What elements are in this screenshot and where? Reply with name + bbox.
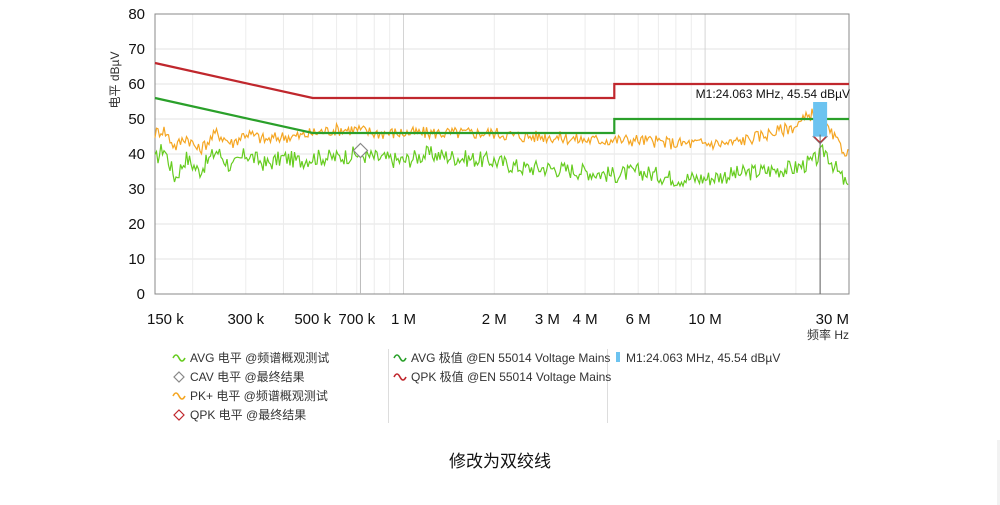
y-axis-title: 电平 dBµV: [108, 52, 122, 109]
x-tick-label: 700 k: [338, 311, 375, 328]
emi-chart: M1:24.063 MHz, 45.54 dBµV 0 10 20 30 40 50 60 7…: [0, 0, 1000, 440]
x-tick-label: 500 k: [294, 311, 331, 328]
caption: 修改为双绞线: [449, 452, 551, 472]
legend-separator-1: [388, 349, 389, 423]
x-tick-label: 2 M: [482, 311, 507, 328]
y-tick-label: 60: [128, 76, 145, 93]
y-tick-label: 80: [128, 6, 145, 23]
legend-entry: QPK 电平 @最终结果: [190, 407, 306, 422]
legend-symbol: [616, 352, 620, 362]
x-tick-label: 300 k: [227, 311, 264, 328]
y-tick-label: 50: [128, 111, 145, 128]
y-tick-label: 20: [128, 216, 145, 233]
y-tick-label: 70: [128, 41, 145, 58]
x-tick-label: 3 M: [535, 311, 560, 328]
legend-entry: QPK 极值 @EN 55014 Voltage Mains: [411, 369, 611, 384]
x-tick-label: 30 M: [816, 311, 849, 328]
legend-entry: AVG 电平 @频谱概观测试: [190, 350, 329, 365]
x-tick-label: 4 M: [573, 311, 598, 328]
x-tick-label: 1 M: [391, 311, 416, 328]
y-tick-label: 40: [128, 146, 145, 163]
x-tick-label: 6 M: [626, 311, 651, 328]
y-tick-labels: 0 10 20 30 40 50 60 70 80: [128, 6, 145, 303]
x-axis-title: 频率 Hz: [807, 327, 849, 342]
x-tick-label: 10 M: [688, 311, 721, 328]
y-tick-label: 0: [137, 286, 145, 303]
legend-entry: CAV 电平 @最终结果: [190, 369, 305, 384]
x-tick-label: 150 k: [147, 311, 184, 328]
y-tick-label: 30: [128, 181, 145, 198]
legend-entry: PK+ 电平 @频谱概观测试: [190, 388, 328, 403]
legend-entry: AVG 极值 @EN 55014 Voltage Mains: [411, 350, 610, 365]
marker-label: M1:24.063 MHz, 45.54 dBµV: [696, 87, 850, 101]
legend-entry: M1:24.063 MHz, 45.54 dBµV: [626, 351, 780, 365]
y-tick-label: 10: [128, 251, 145, 268]
marker-bar: [813, 102, 828, 137]
